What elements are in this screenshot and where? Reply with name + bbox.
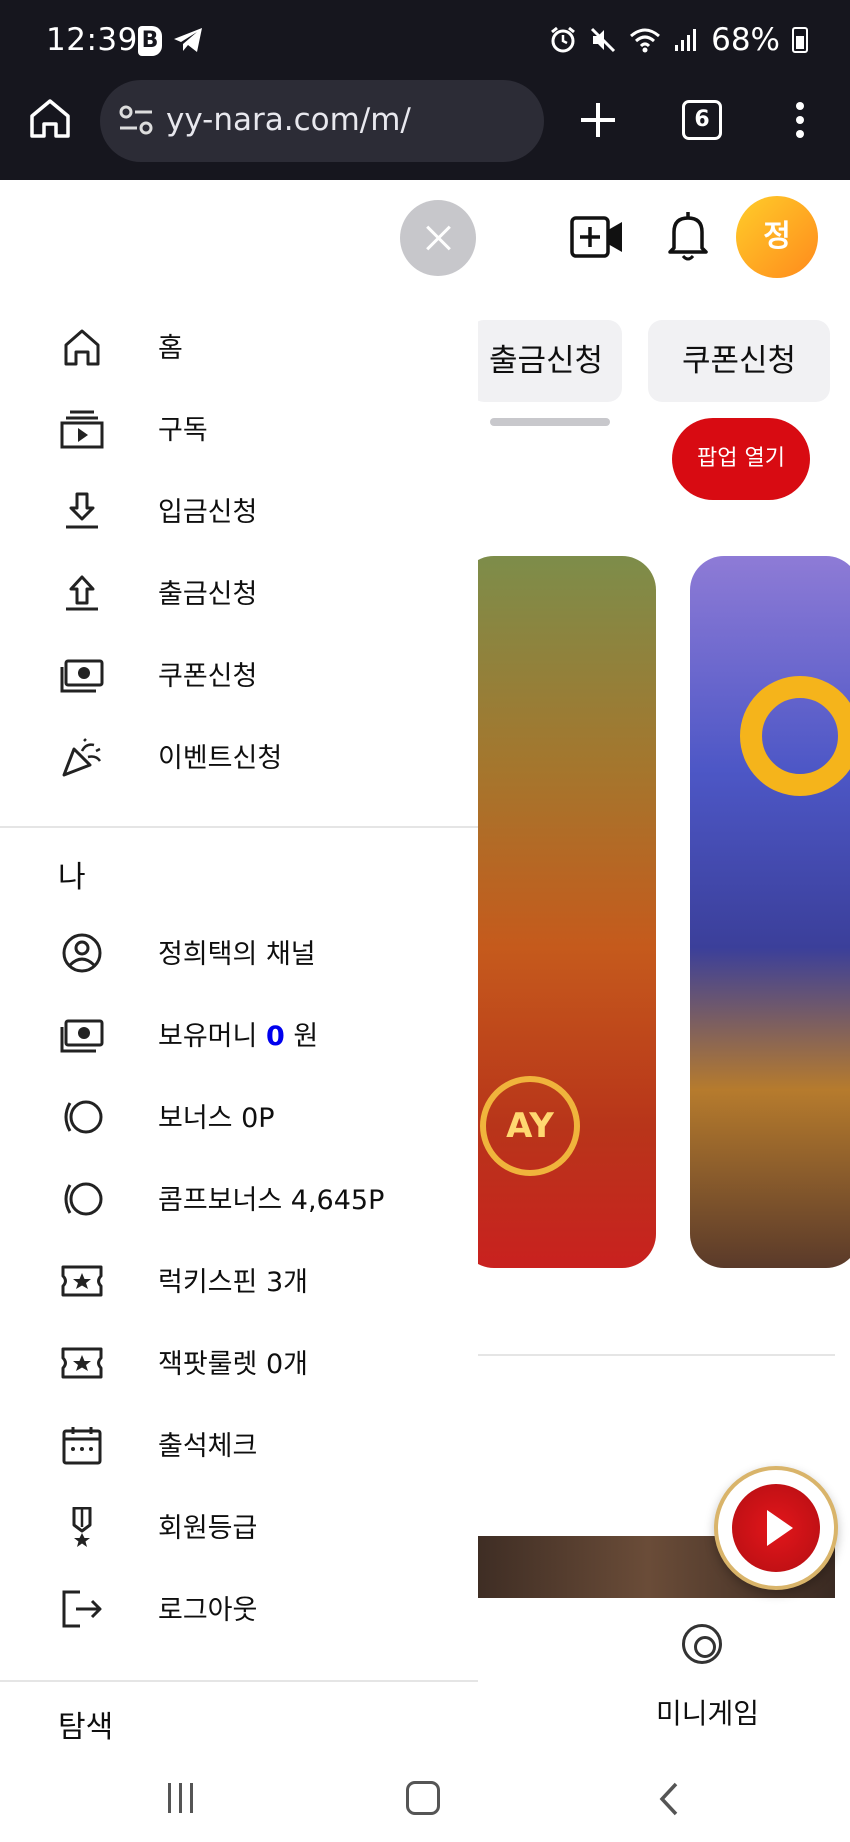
game-banner[interactable]: AY bbox=[460, 556, 656, 1268]
close-drawer-button[interactable] bbox=[400, 200, 476, 276]
ticket-star-icon bbox=[61, 1347, 103, 1379]
chip-coupon[interactable]: 쿠폰신청 bbox=[648, 320, 830, 402]
system-nav-bar bbox=[0, 1755, 850, 1842]
wifi-icon bbox=[630, 28, 661, 53]
browser-chrome: 12:39 B 68% yy-nara.com/m/ 6 bbox=[0, 0, 850, 180]
drawer-item-home[interactable]: 홈 bbox=[0, 306, 478, 388]
subscriptions-icon bbox=[60, 410, 104, 449]
drawer-item-label: 잭팟룰렛 0개 bbox=[158, 1349, 308, 1380]
floating-play-button[interactable] bbox=[714, 1466, 838, 1590]
calendar-icon bbox=[62, 1427, 102, 1465]
game-banner[interactable] bbox=[690, 556, 850, 1268]
url-text: yy-nara.com/m/ bbox=[166, 102, 411, 138]
mute-icon bbox=[591, 27, 616, 53]
telegram-icon bbox=[174, 28, 202, 52]
play-icon bbox=[732, 1484, 820, 1572]
status-time: 12:39 bbox=[46, 22, 138, 58]
drawer-item-label: 보유머니 0 원 bbox=[158, 1014, 318, 1053]
recent-apps-button[interactable] bbox=[168, 1783, 202, 1813]
drawer-divider bbox=[0, 826, 478, 828]
drawer-item-deposit[interactable]: 입금신청 bbox=[0, 470, 478, 552]
drawer-item-lucky-spin[interactable]: 럭키스핀 3개 bbox=[0, 1240, 478, 1322]
create-video-icon[interactable] bbox=[570, 214, 624, 260]
banner-badge: AY bbox=[480, 1076, 580, 1176]
drawer-item-channel[interactable]: 정희택의 채널 bbox=[0, 912, 478, 994]
drawer-item-label: 럭키스핀 3개 bbox=[158, 1267, 308, 1298]
banner-ring-graphic bbox=[740, 676, 850, 796]
drawer-item-comp-bonus[interactable]: 콤프보너스 4,645P bbox=[0, 1158, 478, 1240]
drawer-item-label: 이벤트신청 bbox=[158, 743, 283, 774]
drawer-item-logout[interactable]: 로그아웃 bbox=[0, 1568, 478, 1650]
open-popup-button[interactable]: 팝업 열기 bbox=[672, 418, 810, 500]
ticket-star-icon bbox=[61, 1265, 103, 1297]
home-button[interactable] bbox=[28, 96, 72, 140]
drawer-item-label: 쿠폰신청 bbox=[158, 661, 258, 692]
notification-bell-icon[interactable] bbox=[666, 210, 710, 262]
drawer-item-balance[interactable]: 보유머니 0 원 bbox=[0, 994, 478, 1076]
drawer-divider bbox=[0, 1680, 478, 1682]
drawer-item-membership[interactable]: 회원등급 bbox=[0, 1486, 478, 1568]
balance-amount: 0 bbox=[265, 1021, 285, 1052]
drawer-item-subscriptions[interactable]: 구독 bbox=[0, 388, 478, 470]
home-icon bbox=[64, 329, 100, 366]
logout-icon bbox=[62, 1590, 102, 1628]
coin-icon bbox=[64, 1182, 103, 1216]
signal-icon bbox=[675, 29, 697, 51]
avatar[interactable]: 정 bbox=[736, 196, 818, 278]
cash-icon bbox=[60, 659, 104, 693]
drawer-item-label: 정희택의 채널 bbox=[158, 939, 316, 970]
party-popper-icon bbox=[62, 738, 102, 777]
user-circle-icon bbox=[62, 933, 102, 973]
system-home-button[interactable] bbox=[406, 1781, 440, 1815]
battery-percent: 68% bbox=[711, 22, 780, 58]
address-bar[interactable]: yy-nara.com/m/ bbox=[100, 80, 544, 162]
chip-withdraw[interactable]: 출금신청 bbox=[470, 320, 622, 402]
drawer-item-withdraw[interactable]: 출금신청 bbox=[0, 552, 478, 634]
tab-switcher-button[interactable]: 6 bbox=[682, 100, 722, 140]
drawer-item-label: 구독 bbox=[158, 415, 208, 446]
drawer-item-label: 입금신청 bbox=[158, 497, 258, 528]
mini-game-label[interactable]: 미니게임 bbox=[656, 1692, 759, 1732]
balance-prefix: 보유머니 bbox=[158, 1021, 266, 1052]
battery-icon bbox=[792, 27, 808, 53]
drawer-item-label: 콤프보너스 4,645P bbox=[158, 1185, 385, 1216]
chip-scroll-indicator bbox=[490, 418, 610, 426]
section-title-me: 나 bbox=[58, 860, 86, 895]
page-divider bbox=[460, 1354, 835, 1356]
mini-game-icon[interactable] bbox=[682, 1624, 722, 1664]
drawer-item-label: 홈 bbox=[158, 333, 183, 364]
drawer-item-event[interactable]: 이벤트신청 bbox=[0, 716, 478, 798]
drawer-item-attendance[interactable]: 출석체크 bbox=[0, 1404, 478, 1486]
drawer-item-label: 출석체크 bbox=[158, 1431, 258, 1462]
b-app-icon: B bbox=[138, 26, 162, 56]
site-settings-icon[interactable] bbox=[118, 104, 154, 136]
drawer-item-jackpot-roulette[interactable]: 잭팟룰렛 0개 bbox=[0, 1322, 478, 1404]
medal-icon bbox=[72, 1507, 92, 1547]
coin-icon bbox=[64, 1100, 103, 1134]
deposit-icon bbox=[66, 492, 98, 529]
status-bar: 12:39 B 68% bbox=[0, 0, 850, 80]
drawer-item-label: 로그아웃 bbox=[158, 1595, 258, 1626]
more-menu-button[interactable] bbox=[790, 98, 810, 144]
balance-suffix: 원 bbox=[284, 1021, 319, 1052]
browser-toolbar: yy-nara.com/m/ 6 bbox=[0, 80, 850, 180]
cash-icon bbox=[60, 1019, 104, 1053]
side-drawer: 홈 구독 입금신청 출금신청 쿠폰신청 이벤트신청 나 정희택의 채널 보유머니… bbox=[0, 180, 478, 1755]
drawer-item-label: 회원등급 bbox=[158, 1513, 258, 1544]
drawer-item-coupon[interactable]: 쿠폰신청 bbox=[0, 634, 478, 716]
drawer-item-label: 보너스 0P bbox=[158, 1103, 275, 1134]
drawer-item-bonus[interactable]: 보너스 0P bbox=[0, 1076, 478, 1158]
withdraw-icon bbox=[66, 575, 98, 611]
back-button[interactable] bbox=[656, 1781, 682, 1817]
new-tab-button[interactable] bbox=[578, 100, 618, 140]
alarm-icon bbox=[551, 26, 576, 53]
section-title-explore: 탐색 bbox=[58, 1710, 114, 1745]
drawer-item-label: 출금신청 bbox=[158, 579, 258, 610]
